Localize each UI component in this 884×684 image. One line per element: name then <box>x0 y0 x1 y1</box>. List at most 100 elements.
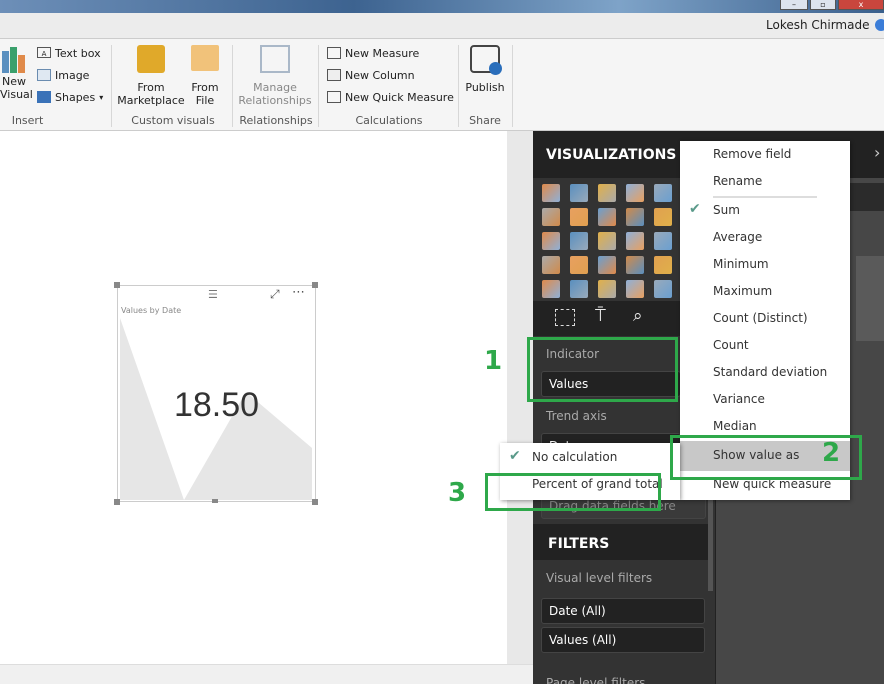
group-label-share: Share <box>469 114 501 127</box>
horizontal-scrollbar[interactable] <box>0 664 533 684</box>
folder-icon <box>191 45 219 71</box>
drag-handle-icon[interactable]: ☰ <box>208 288 218 301</box>
submenu-item-no-calculation[interactable]: No calculation <box>532 450 617 464</box>
annotation-number-3: 3 <box>448 478 467 508</box>
separator <box>458 45 459 127</box>
user-bar: Lokesh Chirmade <box>0 13 884 39</box>
close-button[interactable]: x <box>838 0 884 10</box>
from-file-button[interactable]: From File <box>188 45 222 107</box>
visual-level-filters-label: Visual level filters <box>546 571 653 585</box>
visual-type-icon[interactable] <box>542 208 560 226</box>
user-name[interactable]: Lokesh Chirmade <box>766 18 869 32</box>
shapes-icon <box>37 91 51 103</box>
filter-date[interactable]: Date (All) <box>541 598 705 624</box>
annotation-box-1 <box>527 337 678 402</box>
more-options-icon[interactable]: ⋯ <box>292 285 305 300</box>
visual-type-icon[interactable] <box>626 208 644 226</box>
new-column-button[interactable]: New Column <box>327 69 415 82</box>
resize-handle[interactable] <box>312 499 318 505</box>
group-label-calculations: Calculations <box>355 114 423 127</box>
shapes-button[interactable]: Shapes ▾ <box>37 91 103 104</box>
visual-type-icon[interactable] <box>598 280 616 298</box>
menu-item-rename[interactable]: Rename <box>713 174 762 188</box>
resize-handle[interactable] <box>212 499 218 503</box>
visual-type-icon[interactable] <box>598 184 616 202</box>
annotation-number-2: 2 <box>822 438 841 468</box>
visual-type-icon[interactable] <box>626 256 644 274</box>
menu-item-remove-field[interactable]: Remove field <box>713 147 791 161</box>
menu-item-average[interactable]: Average <box>713 230 762 244</box>
manage-relationships-button: Manage Relationships <box>238 45 312 107</box>
new-visual-icon <box>2 45 30 73</box>
menu-item-standard-deviation[interactable]: Standard deviation <box>713 365 827 379</box>
kpi-visual[interactable]: ☰ ⤢ ⋯ Values by Date 18.50 <box>117 285 316 502</box>
filter-values[interactable]: Values (All) <box>541 627 705 653</box>
visual-type-icon[interactable] <box>598 256 616 274</box>
visual-type-icon[interactable] <box>598 208 616 226</box>
minimize-button[interactable]: – <box>780 0 808 10</box>
kpi-value: 18.50 <box>173 386 260 424</box>
group-label-relationships: Relationships <box>239 114 313 127</box>
visual-type-icon[interactable] <box>542 280 560 298</box>
menu-item-variance[interactable]: Variance <box>713 392 765 406</box>
visual-type-icon[interactable] <box>570 184 588 202</box>
new-measure-button[interactable]: New Measure <box>327 47 419 60</box>
text-box-button[interactable]: A Text box <box>37 47 101 60</box>
visual-type-icon[interactable] <box>542 256 560 274</box>
dropdown-arrow-icon: ▾ <box>99 93 104 102</box>
page-level-filters-label: Page level filters <box>546 676 646 684</box>
menu-item-minimum[interactable]: Minimum <box>713 257 769 271</box>
resize-handle[interactable] <box>114 282 120 288</box>
fields-tab-icon[interactable] <box>555 309 575 326</box>
image-button[interactable]: Image <box>37 69 89 82</box>
format-paint-roller-icon[interactable]: ⍑ <box>595 305 606 326</box>
visual-type-icon[interactable] <box>570 208 588 226</box>
new-visual-button[interactable]: New Visual <box>0 45 33 101</box>
check-icon: ✔ <box>509 448 521 464</box>
menu-item-median[interactable]: Median <box>713 419 757 433</box>
analytics-magnifier-icon[interactable]: ⌕ <box>633 306 643 326</box>
annotation-number-1: 1 <box>484 346 503 376</box>
menu-item-count-distinct[interactable]: Count (Distinct) <box>713 311 808 325</box>
visual-type-icon[interactable] <box>542 184 560 202</box>
textbox-icon: A <box>37 47 51 58</box>
publish-icon <box>470 45 502 75</box>
visual-types-grid <box>538 180 683 300</box>
visual-type-icon[interactable] <box>626 280 644 298</box>
visual-type-icon[interactable] <box>654 184 672 202</box>
trend-axis-label: Trend axis <box>546 409 607 423</box>
user-avatar-icon[interactable] <box>875 19 884 31</box>
visual-type-icon[interactable] <box>654 208 672 226</box>
menu-item-count[interactable]: Count <box>713 338 749 352</box>
visual-type-icon[interactable] <box>626 184 644 202</box>
visual-type-icon[interactable] <box>654 256 672 274</box>
title-bar: – ▫ x <box>0 0 884 13</box>
table-icon <box>327 69 341 81</box>
chevron-right-icon[interactable]: › <box>874 143 880 162</box>
menu-item-sum[interactable]: Sum <box>713 203 740 217</box>
calculator-icon <box>327 91 341 103</box>
resize-handle[interactable] <box>312 282 318 288</box>
visual-title: Values by Date <box>121 306 182 315</box>
separator <box>111 45 112 127</box>
menu-item-maximum[interactable]: Maximum <box>713 284 772 298</box>
publish-button[interactable]: Publish <box>463 45 507 94</box>
resize-handle[interactable] <box>114 499 120 505</box>
visual-type-icon[interactable] <box>598 232 616 250</box>
visual-type-icon[interactable] <box>654 232 672 250</box>
annotation-box-3 <box>485 473 661 511</box>
visual-type-icon[interactable] <box>570 232 588 250</box>
visual-type-icon[interactable] <box>542 232 560 250</box>
new-quick-measure-button[interactable]: New Quick Measure <box>327 91 454 104</box>
visual-type-icon[interactable] <box>570 280 588 298</box>
image-icon <box>37 69 51 81</box>
visual-type-icon[interactable] <box>654 280 672 298</box>
check-icon: ✔ <box>689 201 701 217</box>
from-marketplace-button[interactable]: From Marketplace <box>117 45 185 107</box>
restore-button[interactable]: ▫ <box>810 0 836 10</box>
focus-mode-icon[interactable]: ⤢ <box>270 287 280 302</box>
visual-type-icon[interactable] <box>570 256 588 274</box>
filters-title: FILTERS <box>548 536 610 552</box>
visual-type-icon[interactable] <box>626 232 644 250</box>
separator <box>512 45 513 127</box>
